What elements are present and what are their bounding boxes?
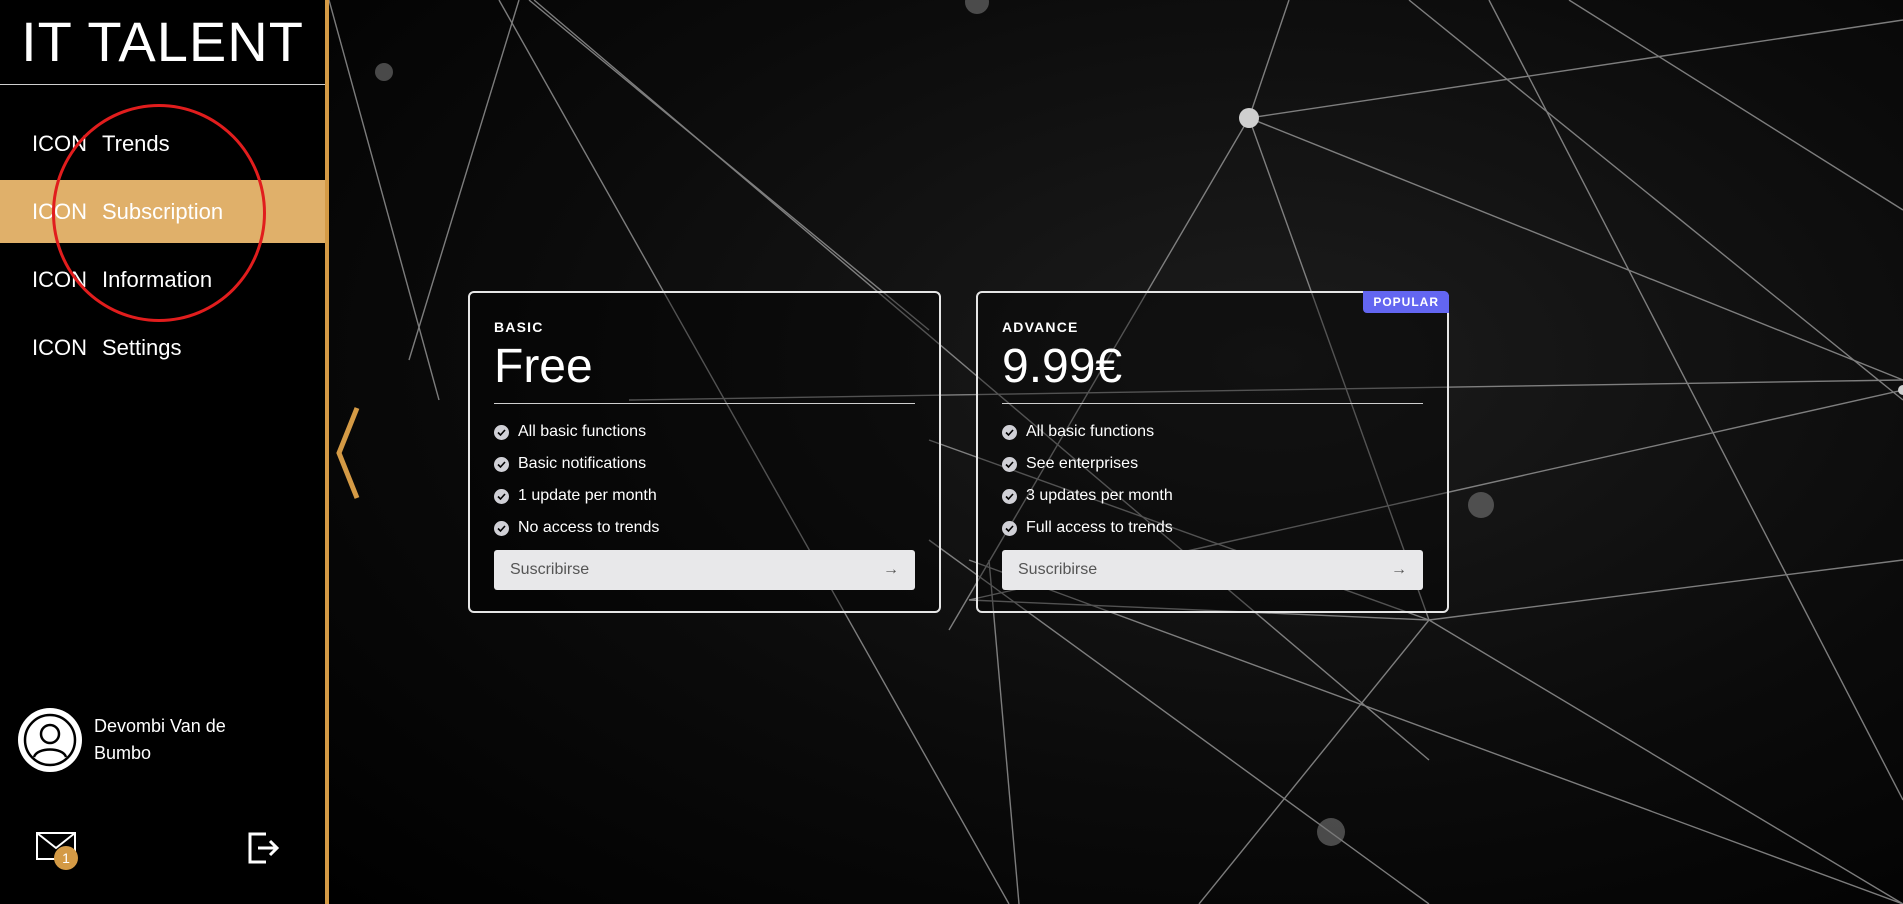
settings-icon: ICON (32, 334, 87, 360)
sidebar-nav: ICON Trends ICON Subscription ICON Infor… (0, 112, 325, 379)
feature-text: All basic functions (1026, 423, 1155, 440)
subscription-icon: ICON (32, 198, 87, 224)
feature-text: See enterprises (1026, 455, 1139, 472)
plan-price: 9.99€ (1002, 341, 1423, 404)
information-icon: ICON (32, 266, 87, 292)
feature-item: 3 updates per month (1002, 480, 1423, 512)
brand-title: IT TALENT (21, 10, 304, 73)
subscribe-label: Suscribirse (1018, 561, 1098, 578)
feature-item: See enterprises (1002, 448, 1423, 480)
collapse-sidebar-chevron-icon[interactable] (335, 406, 365, 500)
user-avatar-icon (18, 708, 82, 772)
sidebar-item-settings[interactable]: ICON Settings (0, 316, 325, 379)
feature-text: Full access to trends (1026, 519, 1173, 536)
notification-badge: 1 (54, 846, 78, 870)
sidebar-item-information[interactable]: ICON Information (0, 248, 325, 311)
feature-item: Basic notifications (494, 448, 915, 480)
feature-text: Basic notifications (518, 455, 647, 472)
sidebar: IT TALENT ICON Trends ICON Subscription … (0, 0, 329, 904)
plan-price: Free (494, 341, 915, 404)
check-icon (1002, 424, 1017, 440)
feature-list: All basic functions Basic notifications … (494, 416, 915, 544)
plan-card-advance: POPULAR ADVANCE 9.99€ All basic function… (976, 291, 1449, 613)
check-icon (1002, 456, 1017, 472)
feature-text: No access to trends (518, 519, 660, 536)
check-icon (494, 520, 509, 536)
subscribe-button-advance[interactable]: Suscribirse → (1002, 550, 1423, 590)
brand-header: IT TALENT (0, 0, 325, 85)
user-name: Devombi Van de Bumbo (94, 716, 226, 763)
feature-text: 3 updates per month (1026, 487, 1173, 504)
app-window: IT TALENT ICON Trends ICON Subscription … (0, 0, 1903, 904)
feature-text: 1 update per month (518, 487, 657, 504)
sidebar-item-label: Settings (102, 334, 182, 360)
feature-item: All basic functions (494, 416, 915, 448)
check-icon (494, 488, 509, 504)
popular-badge: POPULAR (1363, 291, 1449, 313)
feature-item: 1 update per month (494, 480, 915, 512)
plan-name: BASIC (494, 319, 544, 335)
check-icon (1002, 488, 1017, 504)
subscribe-label: Suscribirse (510, 561, 590, 578)
mail-button[interactable]: 1 (36, 832, 80, 870)
check-icon (1002, 520, 1017, 536)
sidebar-item-label: Trends (102, 130, 170, 156)
feature-item: No access to trends (494, 512, 915, 544)
sidebar-item-label: Information (102, 266, 213, 292)
logout-icon (248, 832, 280, 864)
check-icon (494, 424, 509, 440)
plan-name: ADVANCE (1002, 319, 1079, 335)
sidebar-item-trends[interactable]: ICON Trends (0, 112, 325, 175)
feature-text: All basic functions (518, 423, 647, 440)
main-content: BASIC Free All basic functions Basic not… (329, 0, 1903, 904)
trends-icon: ICON (32, 130, 87, 156)
feature-item: All basic functions (1002, 416, 1423, 448)
plan-card-basic: BASIC Free All basic functions Basic not… (468, 291, 941, 613)
arrow-right-icon: → (1391, 561, 1407, 578)
sidebar-item-label: Subscription (102, 198, 224, 224)
arrow-right-icon: → (883, 561, 899, 578)
check-icon (494, 456, 509, 472)
feature-list: All basic functions See enterprises 3 up… (1002, 416, 1423, 544)
feature-item: Full access to trends (1002, 512, 1423, 544)
sidebar-item-subscription[interactable]: ICON Subscription (0, 180, 325, 243)
logout-button[interactable] (246, 830, 282, 866)
user-profile[interactable]: Devombi Van de Bumbo (18, 708, 244, 772)
subscribe-button-basic[interactable]: Suscribirse → (494, 550, 915, 590)
